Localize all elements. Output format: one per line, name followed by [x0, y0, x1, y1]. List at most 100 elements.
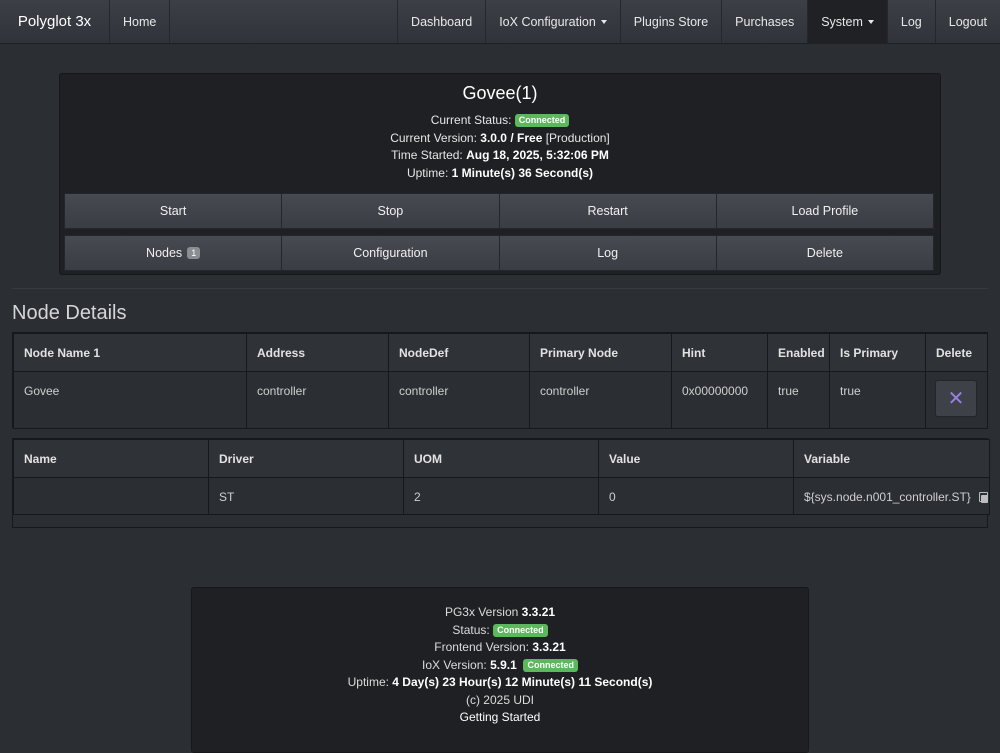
nav-purchases[interactable]: Purchases: [722, 0, 809, 43]
top-navbar: Polyglot 3x Home Dashboard IoX Configura…: [0, 0, 1000, 44]
plugin-info: Current Status: Connected Current Versio…: [60, 112, 940, 182]
node-table-header: Node Name 1 Address NodeDef Primary Node…: [13, 333, 988, 372]
pg3x-status-label: Status:: [452, 622, 490, 637]
nav-system[interactable]: System: [808, 0, 888, 43]
cell-enabled: true: [767, 371, 830, 429]
drivers-table: Name Driver UOM Value Variable ST 2 0 ${…: [12, 438, 990, 528]
nav-dashboard[interactable]: Dashboard: [397, 0, 487, 43]
uptime-label: Uptime:: [406, 165, 449, 180]
system-info-card: PG3x Version 3.3.21 Status: Connected Fr…: [191, 587, 809, 753]
nav-system-label: System: [821, 14, 863, 29]
plugin-title: Govee(1): [462, 83, 538, 103]
node-table: Node Name 1 Address NodeDef Primary Node…: [12, 332, 988, 429]
plugin-version-line: Current Version: 3.0.0 / Free [Productio…: [60, 130, 940, 148]
system-uptime-value: 4 Day(s) 23 Hour(s) 12 Minute(s) 11 Seco…: [392, 675, 653, 689]
col-node-name: Node Name 1: [13, 333, 247, 372]
channel-value: [Production]: [545, 130, 610, 145]
nav-logout[interactable]: Logout: [936, 0, 1000, 43]
plugin-started-line: Time Started: Aug 18, 2025, 5:32:06 PM: [60, 147, 940, 165]
uptime-value: 1 Minute(s) 36 Second(s): [451, 165, 594, 180]
drivers-table-header: Name Driver UOM Value Variable: [13, 439, 990, 478]
pg3x-version-line: PG3x Version 3.3.21: [192, 604, 808, 622]
plugin-actions-row2: Nodes 1 Configuration Log Delete: [64, 235, 934, 271]
license-value: Free: [517, 130, 543, 145]
restart-button[interactable]: Restart: [499, 193, 717, 229]
version-separator: /: [510, 130, 514, 145]
cell-name: [13, 477, 209, 515]
table-row: Govee controller controller controller 0…: [13, 371, 988, 429]
cell-address: controller: [246, 371, 389, 429]
close-icon: ✕: [947, 387, 965, 410]
cell-hint: 0x00000000: [671, 371, 768, 429]
cell-node-name: Govee: [13, 371, 247, 429]
col-address: Address: [246, 333, 389, 372]
nav-log[interactable]: Log: [888, 0, 936, 43]
cell-nodedef: controller: [388, 371, 530, 429]
section-divider: [12, 288, 988, 289]
copyright: (c) 2025 UDI: [465, 692, 535, 707]
iox-version-value: 5.9.1: [490, 657, 517, 672]
status-badge: Connected: [493, 623, 548, 637]
pg3x-status-line: Status: Connected: [192, 622, 808, 640]
cell-delete: ✕: [925, 371, 988, 429]
col-primary-node: Primary Node: [529, 333, 672, 372]
copy-icon[interactable]: [978, 492, 988, 503]
status-badge: Connected: [523, 658, 578, 672]
variable-text: ${sys.node.n001_controller.ST}: [804, 490, 971, 504]
col-variable: Variable: [793, 439, 990, 478]
frontend-version-line: Frontend Version: 3.3.21: [192, 639, 808, 657]
cell-primary-node: controller: [529, 371, 672, 429]
col-hint: Hint: [671, 333, 768, 372]
system-uptime-label: Uptime:: [347, 675, 389, 689]
col-name: Name: [13, 439, 209, 478]
cell-uom: 2: [403, 477, 599, 515]
nav-plugins-store[interactable]: Plugins Store: [621, 0, 723, 43]
stop-button[interactable]: Stop: [282, 193, 500, 229]
cell-is-primary: true: [829, 371, 926, 429]
plugin-card: Govee(1) Current Status: Connected Curre…: [59, 73, 941, 275]
col-delete: Delete: [925, 333, 988, 372]
status-badge: Connected: [514, 114, 570, 127]
started-label: Time Started:: [391, 148, 463, 162]
col-uom: UOM: [403, 439, 599, 478]
caret-down-icon: [600, 19, 607, 24]
plugin-log-button[interactable]: Log: [499, 235, 717, 271]
col-value: Value: [598, 439, 794, 478]
pg3x-version-label: PG3x Version: [444, 605, 519, 619]
iox-version-line: IoX Version: 5.9.1 Connected: [192, 657, 808, 675]
version-value: 3.0.0: [480, 130, 507, 145]
configuration-button[interactable]: Configuration: [282, 235, 500, 271]
pg3x-version-value: 3.3.21: [521, 605, 556, 619]
nav-iox-configuration-label: IoX Configuration: [499, 14, 596, 29]
version-label: Current Version:: [390, 130, 477, 145]
col-is-primary: Is Primary: [829, 333, 926, 372]
caret-down-icon: [867, 19, 874, 24]
plugin-status-line: Current Status: Connected: [60, 112, 940, 130]
cell-driver: ST: [208, 477, 404, 515]
col-enabled: Enabled: [767, 333, 830, 372]
nodes-button-label: Nodes: [146, 246, 183, 260]
frontend-version-value: 3.3.21: [532, 640, 566, 654]
start-button[interactable]: Start: [64, 193, 283, 229]
nav-home[interactable]: Home: [110, 0, 171, 43]
cell-value: 0: [598, 477, 794, 515]
nodes-count-badge: 1: [187, 247, 201, 259]
node-details-title: Node Details: [12, 302, 127, 324]
col-nodedef: NodeDef: [388, 333, 530, 372]
plugin-uptime-line: Uptime: 1 Minute(s) 36 Second(s): [60, 165, 940, 183]
brand-link[interactable]: Polyglot 3x: [0, 0, 110, 43]
plugin-actions-row1: Start Stop Restart Load Profile: [64, 193, 934, 229]
delete-plugin-button[interactable]: Delete: [716, 235, 934, 271]
col-driver: Driver: [208, 439, 404, 478]
getting-started-link[interactable]: Getting Started: [192, 709, 808, 727]
frontend-version-label: Frontend Version:: [434, 640, 529, 654]
load-profile-button[interactable]: Load Profile: [716, 193, 934, 229]
table-row: ST 2 0 ${sys.node.n001_controller.ST}: [13, 477, 990, 515]
nodes-button[interactable]: Nodes 1: [64, 235, 283, 271]
delete-node-button[interactable]: ✕: [935, 380, 977, 417]
cell-variable: ${sys.node.n001_controller.ST}: [793, 477, 990, 515]
status-label: Current Status:: [430, 113, 512, 127]
nav-iox-configuration[interactable]: IoX Configuration: [486, 0, 621, 43]
iox-version-label: IoX Version:: [422, 657, 487, 672]
